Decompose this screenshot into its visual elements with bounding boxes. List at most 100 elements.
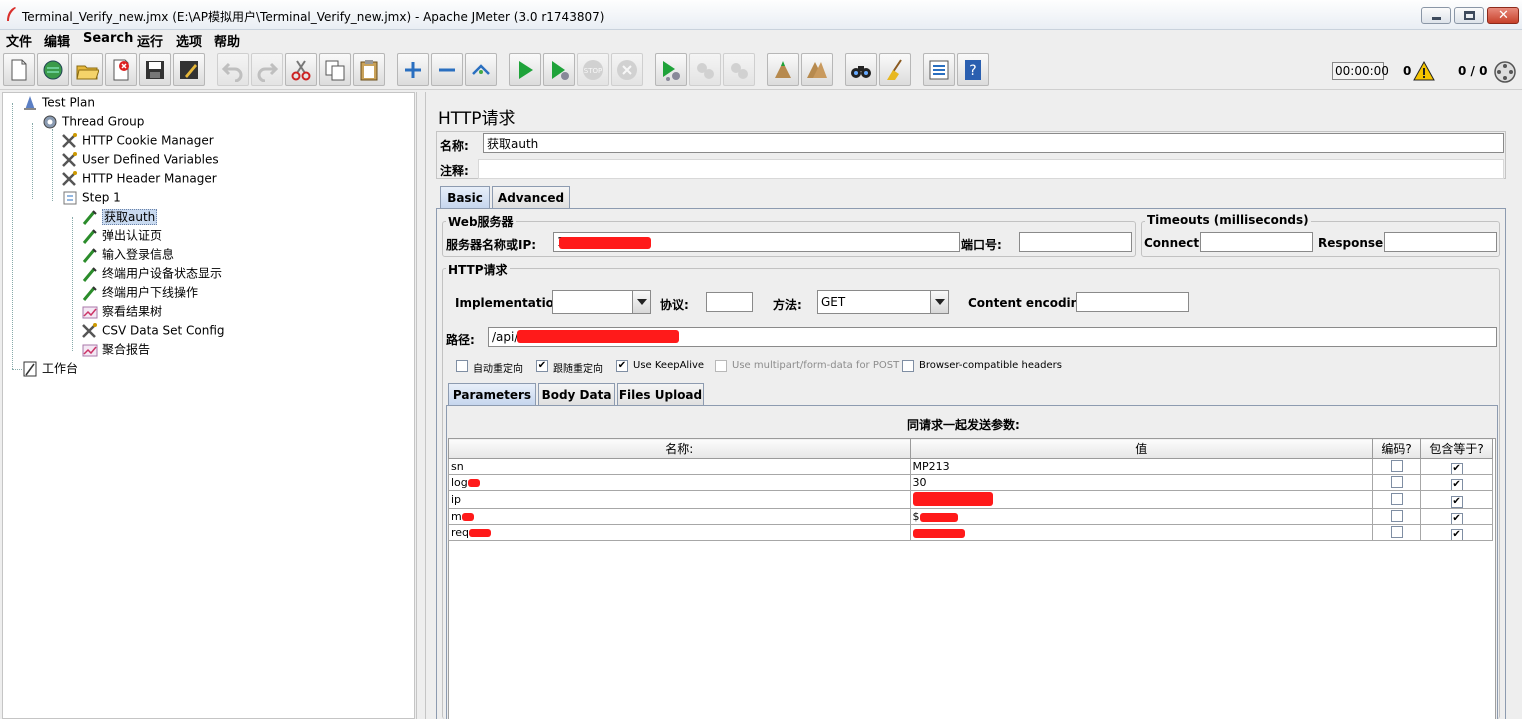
param-name-cell[interactable]: m — [448, 508, 911, 525]
help-button[interactable]: ? — [957, 53, 989, 86]
open-button[interactable] — [71, 53, 103, 86]
tree-node-req-status[interactable]: 终端用户设备状态显示 — [81, 264, 222, 282]
tree-node-req-offline[interactable]: 终端用户下线操作 — [81, 283, 198, 301]
test-plan-tree[interactable]: Test Plan Thread Group HTTP Cookie Manag… — [2, 92, 415, 719]
protocol-input[interactable] — [706, 292, 753, 312]
include-equals-checkbox[interactable] — [1450, 495, 1463, 508]
auto-redirect-checkbox[interactable] — [456, 360, 468, 372]
include-equals-checkbox[interactable] — [1450, 528, 1463, 540]
menu-file[interactable]: 文件 — [6, 31, 32, 50]
col-header-value[interactable]: 值 — [909, 438, 1374, 459]
save-button[interactable] — [139, 53, 171, 86]
toggle-button[interactable] — [465, 53, 497, 86]
tree-node-result-tree[interactable]: 察看结果树 — [81, 302, 162, 320]
remote-stop-button[interactable] — [689, 53, 721, 86]
tree-node-req-login[interactable]: 输入登录信息 — [81, 245, 174, 263]
templates-button[interactable] — [37, 53, 69, 86]
param-value-cell[interactable]: MP213 — [909, 458, 1374, 475]
menu-options[interactable]: 选项 — [176, 31, 202, 50]
undo-button[interactable] — [217, 53, 249, 86]
content-encoding-input[interactable] — [1076, 292, 1189, 312]
implementation-select[interactable] — [552, 290, 651, 314]
table-row[interactable]: m $ — [448, 508, 1493, 525]
tree-node-aggregate-report[interactable]: 聚合报告 — [81, 340, 150, 358]
tree-node-step1[interactable]: Step 1 — [61, 188, 121, 206]
stop-button[interactable]: STOP — [577, 53, 609, 86]
copy-button[interactable] — [319, 53, 351, 86]
param-name-cell[interactable]: req — [448, 524, 911, 541]
clear-button[interactable] — [767, 53, 799, 86]
menu-help[interactable]: 帮助 — [214, 31, 240, 50]
menu-search[interactable]: Search — [83, 31, 133, 46]
function-helper-button[interactable] — [923, 53, 955, 86]
tree-node-csv-config[interactable]: CSV Data Set Config — [81, 321, 225, 339]
tree-node-workbench[interactable]: 工作台 — [21, 359, 78, 377]
tree-node-req-popup[interactable]: 弹出认证页 — [81, 226, 162, 244]
col-header-encode[interactable]: 编码? — [1372, 438, 1422, 459]
encode-checkbox[interactable] — [1390, 510, 1403, 522]
split-pane-divider[interactable] — [416, 92, 426, 719]
keepalive-checkbox[interactable] — [616, 360, 628, 372]
include-equals-checkbox[interactable] — [1450, 512, 1463, 524]
maximize-button[interactable] — [1454, 7, 1484, 24]
menu-run[interactable]: 运行 — [137, 31, 163, 50]
table-row[interactable]: log 30 — [448, 474, 1493, 491]
remote-start-button[interactable] — [655, 53, 687, 86]
table-row[interactable]: sn MP213 — [448, 458, 1493, 475]
tree-node-req-auth[interactable]: 获取auth — [81, 207, 158, 225]
reset-search-button[interactable] — [879, 53, 911, 86]
tree-node-test-plan[interactable]: Test Plan — [21, 93, 95, 111]
param-name-cell[interactable]: sn — [448, 458, 911, 475]
paste-button[interactable] — [353, 53, 385, 86]
tab-body-data[interactable]: Body Data — [538, 383, 615, 405]
param-value-cell[interactable]: 30 — [909, 474, 1374, 491]
tree-node-cookie-manager[interactable]: HTTP Cookie Manager — [61, 131, 214, 149]
warning-icon[interactable] — [1413, 60, 1435, 82]
include-equals-checkbox[interactable] — [1450, 478, 1463, 490]
tab-advanced[interactable]: Advanced — [492, 186, 570, 208]
encode-checkbox[interactable] — [1390, 476, 1403, 488]
search-button[interactable] — [845, 53, 877, 86]
table-row[interactable]: ip — [448, 490, 1493, 509]
comment-input[interactable] — [478, 159, 1504, 179]
param-value-cell[interactable]: $ — [909, 508, 1374, 525]
multipart-checkbox[interactable] — [715, 360, 727, 372]
tab-files-upload[interactable]: Files Upload — [617, 383, 704, 405]
tree-node-thread-group[interactable]: Thread Group — [41, 112, 144, 130]
start-button[interactable] — [509, 53, 541, 86]
param-name-cell[interactable]: log — [448, 474, 911, 491]
minimize-button[interactable] — [1421, 7, 1451, 24]
redo-button[interactable] — [251, 53, 283, 86]
start-no-pause-button[interactable] — [543, 53, 575, 86]
method-select[interactable]: GET — [817, 290, 949, 314]
param-name-cell[interactable]: ip — [448, 490, 911, 509]
encode-checkbox[interactable] — [1390, 526, 1403, 538]
param-value-cell[interactable] — [909, 490, 1374, 509]
new-button[interactable] — [3, 53, 35, 86]
table-row[interactable]: req — [448, 524, 1493, 541]
clear-all-button[interactable] — [801, 53, 833, 86]
browser-headers-checkbox[interactable] — [902, 360, 914, 372]
close-window-button[interactable]: ✕ — [1487, 7, 1519, 24]
shutdown-button[interactable] — [611, 53, 643, 86]
follow-redirects-checkbox[interactable] — [536, 360, 548, 372]
tree-node-header-manager[interactable]: HTTP Header Manager — [61, 169, 217, 187]
include-equals-checkbox[interactable] — [1450, 462, 1463, 474]
encode-checkbox[interactable] — [1390, 493, 1403, 505]
tab-parameters[interactable]: Parameters — [448, 383, 536, 405]
close-file-button[interactable] — [105, 53, 137, 86]
name-input[interactable] — [483, 133, 1504, 153]
connect-timeout-input[interactable] — [1200, 232, 1313, 252]
menu-edit[interactable]: 编辑 — [44, 31, 70, 50]
response-timeout-input[interactable] — [1384, 232, 1497, 252]
port-input[interactable] — [1019, 232, 1132, 252]
encode-checkbox[interactable] — [1390, 460, 1403, 472]
cut-button[interactable] — [285, 53, 317, 86]
col-header-include-equals[interactable]: 包含等于? — [1420, 438, 1493, 459]
save-as-button[interactable] — [173, 53, 205, 86]
remote-shutdown-button[interactable] — [723, 53, 755, 86]
expand-all-button[interactable] — [397, 53, 429, 86]
tab-basic[interactable]: Basic — [440, 186, 490, 208]
tree-node-user-defined-variables[interactable]: User Defined Variables — [61, 150, 219, 168]
param-value-cell[interactable] — [909, 524, 1374, 541]
